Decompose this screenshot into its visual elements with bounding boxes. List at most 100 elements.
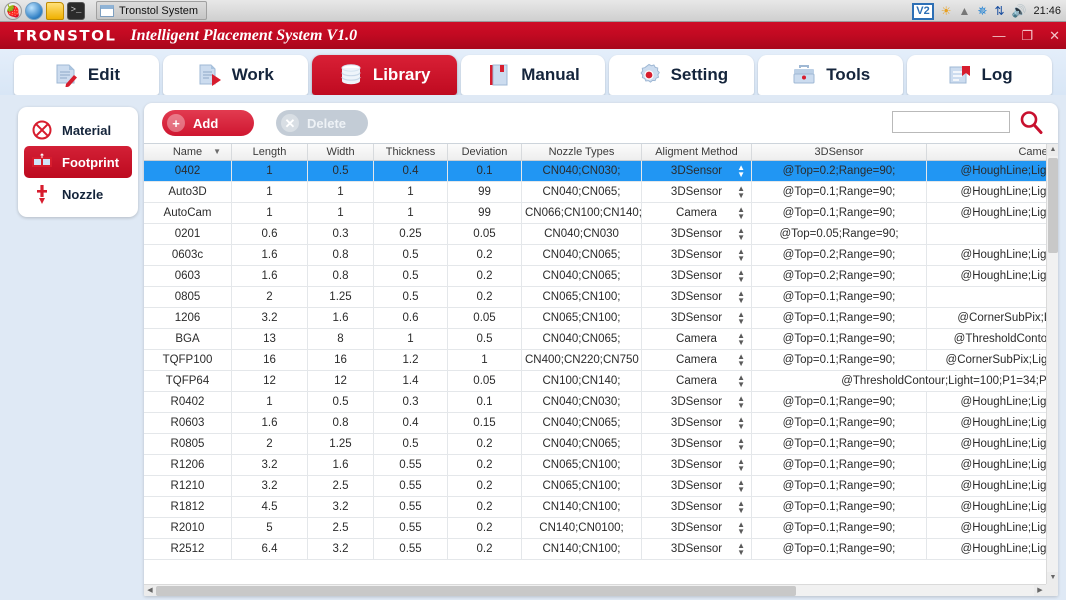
cell-camera[interactable]: @HoughLine;Light=80;P1=0.2 bbox=[927, 203, 1058, 224]
table-row[interactable]: BGA 13 8 1 0.5 CN040;CN065; Camera ▲ ▼ @Top=0.1;R… bbox=[144, 329, 1058, 350]
nav-tab-manual[interactable]: Manual bbox=[460, 55, 606, 95]
cell-name[interactable]: AutoCam bbox=[144, 203, 232, 224]
cell-nozzle[interactable]: CN040;CN030; bbox=[522, 161, 642, 182]
cell-width[interactable]: 1.25 bbox=[308, 287, 374, 308]
cell-nozzle[interactable]: CN100;CN140; bbox=[522, 371, 642, 392]
spinner-arrows-icon[interactable]: ▲ ▼ bbox=[737, 500, 745, 515]
cell-alignment-method[interactable]: 3DSensor ▲ ▼ bbox=[642, 245, 752, 266]
cell-length[interactable]: 4.5 bbox=[232, 497, 308, 518]
cell-name[interactable]: R1812 bbox=[144, 497, 232, 518]
cell-width[interactable]: 3.2 bbox=[308, 539, 374, 560]
footprint-table-wrapper[interactable]: Name ▼ Length Width Thickness Deviation Nozzle… bbox=[144, 143, 1058, 596]
cell-3dsensor[interactable]: @Top=0.1;Range=90; bbox=[752, 413, 927, 434]
sidebar-item-nozzle[interactable]: Nozzle bbox=[24, 178, 132, 210]
table-row[interactable]: 0805 2 1.25 0.5 0.2 CN065;CN100; 3DSensor ▲ ▼ @To… bbox=[144, 287, 1058, 308]
search-icon[interactable] bbox=[1018, 109, 1044, 135]
spinner-arrows-icon[interactable]: ▲ ▼ bbox=[737, 269, 745, 284]
nav-tab-tools[interactable]: Tools bbox=[758, 55, 904, 95]
table-row[interactable]: R1210 3.2 2.5 0.55 0.2 CN065;CN100; 3DSensor ▲ ▼… bbox=[144, 476, 1058, 497]
cell-camera[interactable]: @CornerSubPix;Light=80;P1=10;P2 bbox=[927, 350, 1058, 371]
cell-name[interactable]: TQFP64 bbox=[144, 371, 232, 392]
file-manager-icon[interactable] bbox=[46, 1, 64, 20]
network-icon[interactable]: ⇅ bbox=[994, 5, 1004, 17]
column-header-aligment-method[interactable]: Aligment Method bbox=[642, 144, 752, 161]
web-browser-icon[interactable] bbox=[25, 1, 43, 20]
spinner-arrows-icon[interactable]: ▲ ▼ bbox=[737, 227, 745, 242]
cell-length[interactable]: 1.6 bbox=[232, 266, 308, 287]
cell-thickness[interactable]: 0.55 bbox=[374, 455, 448, 476]
sidebar-item-footprint[interactable]: Footprint bbox=[24, 146, 132, 178]
cell-name[interactable]: 0201 bbox=[144, 224, 232, 245]
cell-camera[interactable]: @HoughLine;Light=80;P1=0.2 bbox=[927, 245, 1058, 266]
sidebar-item-material[interactable]: Material bbox=[24, 114, 132, 146]
table-row[interactable]: 0603 1.6 0.8 0.5 0.2 CN040;CN065; 3DSensor ▲ ▼ @T… bbox=[144, 266, 1058, 287]
eject-icon[interactable]: ▲ bbox=[959, 5, 971, 17]
cell-deviation[interactable]: 0.1 bbox=[448, 161, 522, 182]
spinner-arrows-icon[interactable]: ▲ ▼ bbox=[737, 416, 745, 431]
cell-length[interactable]: 1.6 bbox=[232, 413, 308, 434]
column-header-thickness[interactable]: Thickness bbox=[374, 144, 448, 161]
cell-3dsensor[interactable]: @Top=0.1;Range=90; bbox=[752, 287, 927, 308]
cell-alignment-method[interactable]: Camera ▲ ▼ bbox=[642, 371, 752, 392]
spinner-arrows-icon[interactable]: ▲ ▼ bbox=[737, 164, 745, 179]
table-row[interactable]: R0603 1.6 0.8 0.4 0.15 CN040;CN065; 3DSensor ▲ ▼… bbox=[144, 413, 1058, 434]
cell-name[interactable]: 0603c bbox=[144, 245, 232, 266]
minimize-button[interactable]: — bbox=[992, 28, 1005, 43]
cell-alignment-method[interactable]: 3DSensor ▲ ▼ bbox=[642, 434, 752, 455]
restore-button[interactable]: ❐ bbox=[1021, 28, 1033, 44]
table-row[interactable]: R2010 5 2.5 0.55 0.2 CN140;CN0100; 3DSensor ▲ ▼ @… bbox=[144, 518, 1058, 539]
cell-alignment-method[interactable]: Camera ▲ ▼ bbox=[642, 329, 752, 350]
cell-3dsensor[interactable]: @Top=0.1;Range=90; bbox=[752, 476, 927, 497]
v2-indicator[interactable]: V2 bbox=[912, 2, 934, 20]
cell-nozzle[interactable]: CN065;CN100; bbox=[522, 455, 642, 476]
cell-camera[interactable]: @HoughLine;Light=80;P1=0.2 bbox=[927, 476, 1058, 497]
cell-camera[interactable]: @ThresholdContour;Light=80;P1 bbox=[927, 329, 1058, 350]
nav-tab-library[interactable]: Library bbox=[311, 55, 457, 95]
cell-length[interactable]: 2 bbox=[232, 434, 308, 455]
search-input[interactable] bbox=[892, 111, 1010, 133]
cell-nozzle[interactable]: CN040;CN065; bbox=[522, 245, 642, 266]
table-row[interactable]: AutoCam 1 1 1 99 CN066;CN100;CN140; Camera ▲ ▼ @T… bbox=[144, 203, 1058, 224]
cell-width[interactable]: 0.5 bbox=[308, 392, 374, 413]
clock[interactable]: 21:46 bbox=[1033, 5, 1061, 17]
spinner-arrows-icon[interactable]: ▲ ▼ bbox=[737, 353, 745, 368]
column-header-nozzle-types[interactable]: Nozzle Types bbox=[522, 144, 642, 161]
cell-thickness[interactable]: 0.55 bbox=[374, 497, 448, 518]
table-row[interactable]: 0402 1 0.5 0.4 0.1 CN040;CN030; 3DSensor ▲ ▼ @Top… bbox=[144, 161, 1058, 182]
cell-alignment-method[interactable]: 3DSensor ▲ ▼ bbox=[642, 287, 752, 308]
cell-camera[interactable]: @HoughLine;Light=80;P1=0.2 bbox=[927, 434, 1058, 455]
spinner-arrows-icon[interactable]: ▲ ▼ bbox=[737, 206, 745, 221]
horizontal-scroll-thumb[interactable] bbox=[156, 586, 796, 596]
nav-tab-work[interactable]: Work bbox=[162, 55, 308, 95]
cell-deviation[interactable]: 0.2 bbox=[448, 518, 522, 539]
cell-length[interactable]: 6.4 bbox=[232, 539, 308, 560]
cell-length[interactable]: 13 bbox=[232, 329, 308, 350]
cell-camera[interactable]: @ThresholdContour;Light=100;P1=34;P2= bbox=[752, 371, 1058, 392]
cell-nozzle[interactable]: CN040;CN065; bbox=[522, 329, 642, 350]
cell-deviation[interactable]: 0.2 bbox=[448, 476, 522, 497]
cell-name[interactable]: R0603 bbox=[144, 413, 232, 434]
cell-alignment-method[interactable]: 3DSensor ▲ ▼ bbox=[642, 518, 752, 539]
vertical-scrollbar[interactable]: ▲ ▼ bbox=[1046, 144, 1058, 584]
cell-length[interactable]: 16 bbox=[232, 350, 308, 371]
spinner-arrows-icon[interactable]: ▲ ▼ bbox=[737, 290, 745, 305]
cell-width[interactable]: 1.25 bbox=[308, 434, 374, 455]
spinner-arrows-icon[interactable]: ▲ ▼ bbox=[737, 248, 745, 263]
nav-tab-setting[interactable]: Setting bbox=[609, 55, 755, 95]
cell-deviation[interactable]: 0.2 bbox=[448, 455, 522, 476]
cell-alignment-method[interactable]: 3DSensor ▲ ▼ bbox=[642, 308, 752, 329]
cell-length[interactable]: 1 bbox=[232, 161, 308, 182]
cell-camera[interactable]: @HoughLine;Light=80;P1=0.2 bbox=[927, 518, 1058, 539]
cell-width[interactable]: 0.5 bbox=[308, 161, 374, 182]
cell-thickness[interactable]: 0.55 bbox=[374, 518, 448, 539]
scroll-up-arrow[interactable]: ▲ bbox=[1047, 144, 1058, 156]
cell-width[interactable]: 0.8 bbox=[308, 413, 374, 434]
cell-thickness[interactable]: 0.55 bbox=[374, 539, 448, 560]
add-button[interactable]: + Add bbox=[162, 110, 254, 136]
cell-alignment-method[interactable]: 3DSensor ▲ ▼ bbox=[642, 539, 752, 560]
cell-thickness[interactable]: 0.6 bbox=[374, 308, 448, 329]
table-row[interactable]: R0805 2 1.25 0.5 0.2 CN040;CN065; 3DSensor ▲ ▼ @T… bbox=[144, 434, 1058, 455]
cell-length[interactable]: 5 bbox=[232, 518, 308, 539]
cell-width[interactable]: 0.8 bbox=[308, 245, 374, 266]
cell-alignment-method[interactable]: 3DSensor ▲ ▼ bbox=[642, 392, 752, 413]
